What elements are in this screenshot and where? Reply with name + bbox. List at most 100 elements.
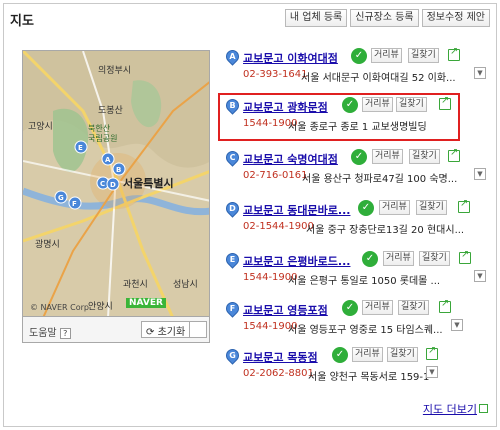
place-name-link[interactable]: 교보문고 영등포점 — [243, 302, 328, 318]
street-view-button[interactable]: 거리뷰 — [371, 48, 402, 63]
verified-check-icon: ✓ — [351, 48, 367, 64]
external-link-icon[interactable] — [448, 46, 460, 61]
external-link-icon[interactable] — [439, 298, 451, 313]
street-view-button[interactable]: 거리뷰 — [362, 300, 393, 315]
map-toggle-icon[interactable] — [189, 321, 207, 338]
street-view-button[interactable]: 거리뷰 — [352, 347, 383, 362]
more-dropdown-icon[interactable]: ▼ — [474, 270, 486, 282]
verified-check-icon: ✓ — [342, 300, 358, 316]
map-marker-b: B — [112, 162, 126, 176]
external-link-icon[interactable] — [459, 249, 471, 264]
svg-text:D: D — [110, 181, 116, 189]
marker-icon: A — [223, 47, 242, 66]
marker-icon: E — [223, 250, 242, 269]
selected-item-highlight — [218, 93, 460, 141]
directions-button[interactable]: 길찾기 — [387, 347, 418, 362]
svg-text:E: E — [78, 144, 83, 152]
svg-text:F: F — [72, 200, 77, 208]
verified-check-icon: ✓ — [358, 200, 374, 216]
external-link-icon[interactable] — [448, 147, 460, 162]
list-item: F 교보문고 영등포점 ✓ 거리뷰 길찾기 1544-1900 서울 영등포구 … — [223, 298, 490, 336]
directions-button[interactable]: 길찾기 — [409, 149, 440, 164]
place-name-link[interactable]: 교보문고 이화여대점 — [243, 50, 338, 66]
directions-button[interactable]: 길찾기 — [408, 48, 439, 63]
address-text: 서울 은평구 통일로 1050 롯데몰 ... — [288, 276, 441, 287]
marker-icon: D — [223, 199, 242, 218]
svg-text:G: G — [58, 194, 64, 202]
place-name-link[interactable]: 교보문고 은평바로드... — [243, 253, 350, 269]
reset-button[interactable]: ⟳ 초기화 — [141, 321, 191, 338]
register-place-button[interactable]: 신규장소 등록 — [350, 9, 419, 27]
map-label-dobong: 도봉산 — [98, 105, 123, 116]
map-marker-e: E — [74, 140, 88, 154]
map-label-seongnam: 성남시 — [173, 279, 198, 290]
place-name-link[interactable]: 교보문고 목동점 — [243, 349, 318, 365]
map-marker-d: D — [106, 177, 120, 191]
phone-number: 02-716-0161 — [243, 170, 308, 181]
svg-text:국립공원: 국립공원 — [88, 134, 117, 143]
more-dropdown-icon[interactable]: ▼ — [474, 168, 486, 180]
verified-check-icon: ✓ — [362, 251, 378, 267]
map-label-bukhansan: 북한산 — [88, 123, 111, 133]
more-dropdown-icon[interactable]: ▼ — [474, 67, 486, 79]
map-marker-g: G — [54, 190, 68, 204]
more-map-label: 지도 더보기 — [422, 403, 477, 416]
phone-number: 02-393-1641 — [243, 69, 308, 80]
street-view-button[interactable]: 거리뷰 — [383, 251, 414, 266]
map-label-uijeongbu: 의정부시 — [98, 65, 131, 76]
zoom-out-button[interactable]: − — [209, 225, 210, 243]
more-map-link[interactable]: 지도 더보기 — [423, 401, 488, 417]
map-canvas: 의정부시 도봉산 고양시 북한산 국립공원 서울특별시 광명시 과천시 안양시 … — [23, 51, 209, 316]
address-text: 서울 서대문구 이화여대길 52 이화... — [301, 73, 456, 84]
copyright-text: © NAVER Corp. — [30, 303, 92, 312]
map-label-gwangmyeong: 광명시 — [35, 238, 60, 250]
verified-check-icon: ✓ — [351, 149, 367, 165]
marker-icon: F — [223, 299, 242, 318]
street-view-button[interactable]: 거리뷰 — [372, 149, 403, 164]
street-view-button[interactable]: 거리뷰 — [379, 200, 410, 215]
map-marker-f: F — [68, 196, 82, 210]
map-footer: 도움말 ? ⟳ 초기화 — [22, 317, 210, 343]
reset-label: 초기화 — [157, 327, 186, 338]
zoom-control: + − — [209, 103, 210, 243]
map-label-goyang: 고양시 — [28, 121, 53, 132]
place-name-link[interactable]: 교보문고 동대문바로... — [243, 202, 350, 218]
external-link-icon[interactable] — [458, 198, 470, 213]
address-text: 서울 용산구 청파로47길 100 숙명... — [302, 174, 458, 185]
place-name-link[interactable]: 교보문고 숙명여대점 — [243, 151, 338, 167]
marker-icon: C — [223, 148, 242, 167]
verified-check-icon: ✓ — [332, 347, 348, 363]
phone-number: 02-1544-1900 — [243, 221, 314, 232]
directions-button[interactable]: 길찾기 — [416, 200, 447, 215]
map-label-seoul: 서울특별시 — [123, 176, 174, 190]
top-toolbar: 내 업체 등록 신규장소 등록 정보수정 제안 — [284, 9, 490, 27]
external-link-icon[interactable] — [426, 345, 438, 360]
help-icon: ? — [59, 328, 71, 339]
suggest-edit-button[interactable]: 정보수정 제안 — [421, 9, 490, 27]
help-label: 도움말 — [29, 328, 57, 339]
svg-text:B: B — [116, 166, 121, 174]
panel-title: 지도 — [10, 14, 34, 29]
list-item: A 교보문고 이화여대점 ✓ 거리뷰 길찾기 02-393-1641 서울 서대… — [223, 46, 490, 84]
map-label-gwacheon: 과천시 — [123, 279, 148, 290]
help-link[interactable]: 도움말 ? — [29, 324, 71, 339]
directions-button[interactable]: 길찾기 — [398, 300, 429, 315]
more-dropdown-icon[interactable]: ▼ — [426, 366, 438, 378]
more-dropdown-icon[interactable]: ▼ — [451, 319, 463, 331]
svg-text:C: C — [100, 180, 105, 188]
external-link-icon — [479, 404, 488, 413]
refresh-icon: ⟳ — [146, 327, 155, 338]
register-business-button[interactable]: 내 업체 등록 — [284, 9, 348, 27]
list-item: D 교보문고 동대문바로... ✓ 거리뷰 길찾기 02-1544-1900 서… — [223, 198, 490, 236]
address-text: 서울 중구 장충단로13길 20 현대시... — [306, 225, 465, 236]
list-item: G 교보문고 목동점 ✓ 거리뷰 길찾기 02-2062-8801 서울 양천구… — [223, 345, 490, 383]
list-item: C 교보문고 숙명여대점 ✓ 거리뷰 길찾기 02-716-0161 서울 용산… — [223, 147, 490, 185]
address-text: 서울 영등포구 영중로 15 타임스퀘... — [288, 325, 443, 336]
list-item: E 교보문고 은평바로드... ✓ 거리뷰 길찾기 1544-1900 서울 은… — [223, 249, 490, 287]
marker-icon: G — [223, 346, 242, 365]
directions-button[interactable]: 길찾기 — [419, 251, 450, 266]
address-text: 서울 양천구 목동서로 159-1 — [308, 372, 430, 383]
map-marker-a: A — [101, 152, 115, 166]
zoom-in-button[interactable]: + — [209, 103, 210, 121]
map-view[interactable]: 의정부시 도봉산 고양시 북한산 국립공원 서울특별시 광명시 과천시 안양시 … — [22, 50, 210, 317]
